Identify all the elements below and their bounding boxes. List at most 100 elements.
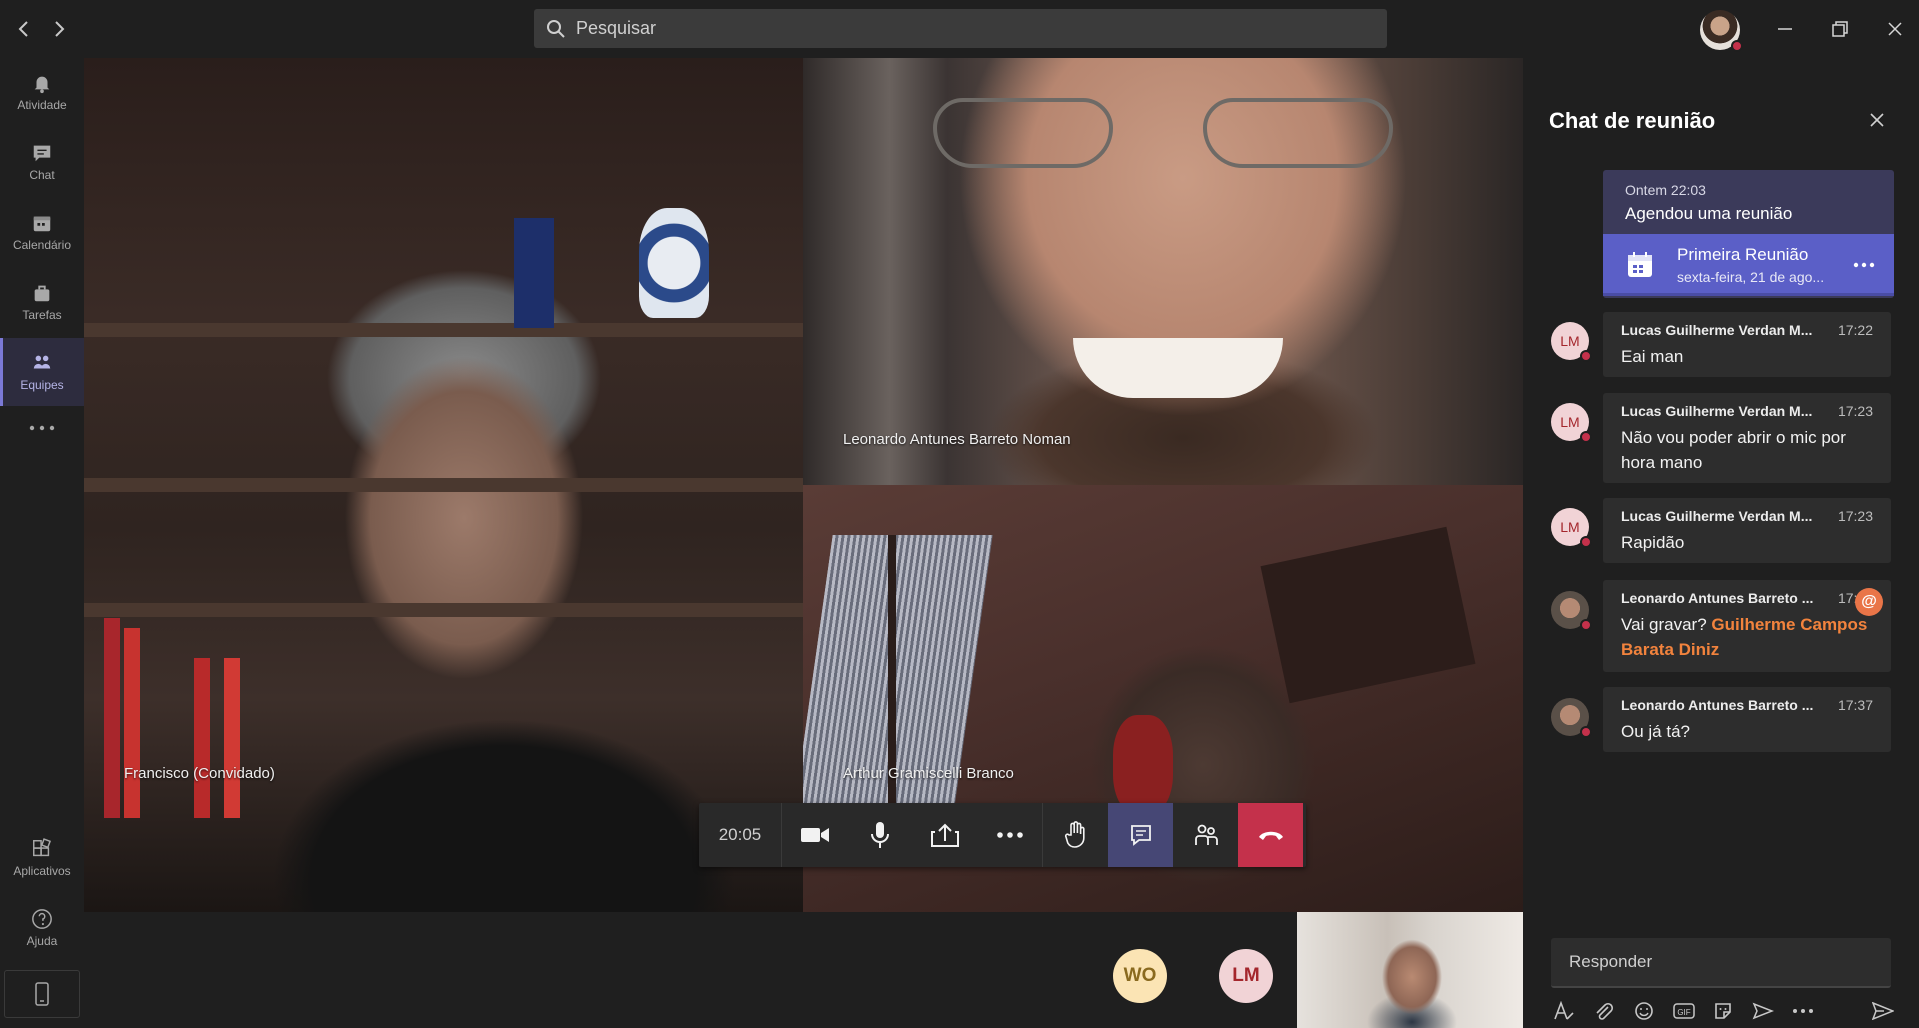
chat-message[interactable]: Lucas Guilherme Verdan M... 17:23 Rapidão (1603, 498, 1891, 563)
app-rail: Atividade Chat Calendário Tarefas Equipe… (0, 58, 84, 1028)
format-icon (1554, 1001, 1574, 1020)
share-screen-button[interactable] (912, 803, 977, 867)
call-timer: 20:05 (699, 803, 782, 867)
rail-label: Chat (29, 168, 55, 182)
meeting-date: sexta-feira, 21 de ago... (1677, 269, 1825, 285)
microphone-icon (870, 822, 889, 848)
rail-item-atividade[interactable]: Atividade (0, 58, 84, 126)
forward-button[interactable] (43, 14, 75, 44)
avatar[interactable] (1551, 698, 1592, 738)
book-decor (124, 628, 140, 818)
compose-toolbar: GIF (1551, 996, 1896, 1026)
rail-item-chat[interactable]: Chat (0, 128, 84, 196)
meeting-scheduled-card[interactable]: Ontem 22:03 Agendou uma reunião Primeira… (1603, 170, 1894, 298)
rail-item-aplicativos[interactable]: Aplicativos (0, 824, 84, 892)
camera-button[interactable] (782, 803, 847, 867)
avatar[interactable]: LM (1551, 508, 1592, 548)
show-conversation-button[interactable] (1108, 803, 1173, 867)
message-time: 17:23 (1837, 403, 1873, 419)
minimize-button[interactable] (1763, 12, 1807, 46)
more-horizontal-icon (1793, 1009, 1814, 1013)
search-input[interactable]: Pesquisar (534, 9, 1387, 48)
more-options-button[interactable] (1790, 998, 1816, 1024)
avatar[interactable] (1551, 591, 1592, 631)
avatar-initials: LM (1560, 333, 1580, 349)
emoji-button[interactable] (1631, 998, 1657, 1024)
frame-decor (1260, 526, 1476, 704)
restore-button[interactable] (1818, 12, 1862, 46)
meeting-link[interactable]: Primeira Reunião sexta-feira, 21 de ago.… (1603, 234, 1894, 296)
participant-avatar-wo[interactable]: WO (1113, 949, 1167, 1003)
search-placeholder: Pesquisar (576, 18, 657, 38)
title-bar: Pesquisar (0, 0, 1919, 58)
smile-decor (1073, 338, 1283, 398)
book-decor (194, 658, 210, 818)
close-window-button[interactable] (1873, 12, 1917, 46)
hang-up-button[interactable] (1238, 803, 1303, 867)
avatar[interactable]: LM (1551, 403, 1592, 443)
chat-message[interactable]: Lucas Guilherme Verdan M... 17:22 Eai man (1603, 312, 1891, 377)
attach-button[interactable] (1591, 998, 1617, 1024)
vase-decor (514, 218, 554, 328)
avatar[interactable]: LM (1551, 322, 1592, 362)
help-icon (32, 909, 52, 929)
rail-item-calendario[interactable]: Calendário (0, 198, 84, 266)
rail-item-equipes[interactable]: Equipes (0, 338, 84, 406)
gif-button[interactable]: GIF (1671, 998, 1697, 1024)
close-chat-button[interactable] (1863, 106, 1891, 134)
emoji-icon (1634, 1002, 1653, 1020)
participant-avatar-lm[interactable]: LM (1219, 949, 1273, 1003)
more-horizontal-icon[interactable] (1853, 262, 1875, 268)
chevron-right-icon (55, 21, 65, 37)
chat-panel-title: Chat de reunião (1549, 108, 1716, 133)
apps-icon (33, 838, 51, 857)
sticker-button[interactable] (1710, 998, 1736, 1024)
chat-icon (1130, 825, 1151, 846)
meeting-chat-panel: Chat de reunião Ontem 22:03 Agendou uma … (1523, 58, 1919, 1028)
send-button[interactable] (1870, 998, 1896, 1024)
shelf-decor (84, 478, 803, 492)
chat-message[interactable]: Leonardo Antunes Barreto ... 17:37 Ou já … (1603, 687, 1891, 752)
rail-label: Atividade (17, 98, 67, 112)
share-tray-icon (930, 823, 959, 847)
phone-icon (35, 982, 49, 1006)
message-time: 17:22 (1837, 322, 1873, 338)
message-body: Ou já tá? (1621, 722, 1690, 741)
sticker-icon (1715, 1003, 1732, 1019)
briefcase-icon (34, 285, 50, 302)
teams-icon (33, 355, 51, 369)
paperclip-icon (1596, 1002, 1613, 1020)
mobile-download-button[interactable] (4, 970, 80, 1018)
call-controls-bar: 20:05 (699, 803, 1306, 867)
raise-hand-button[interactable] (1043, 803, 1108, 867)
video-tile-francisco[interactable]: Francisco (Convidado) (84, 58, 803, 912)
user-avatar[interactable] (1700, 10, 1743, 52)
close-icon (1870, 113, 1884, 127)
chat-message[interactable]: Lucas Guilherme Verdan M... 17:23 Não vou… (1603, 393, 1891, 483)
shelf-decor (84, 603, 803, 617)
message-sender: Lucas Guilherme Verdan M... (1621, 322, 1813, 338)
meeting-action: Agendou uma reunião (1625, 204, 1793, 223)
presence-busy-dot (1580, 431, 1592, 443)
minimize-icon (1778, 28, 1792, 30)
microphone-button[interactable] (847, 803, 912, 867)
gif-icon: GIF (1672, 1003, 1695, 1019)
rail-label: Aplicativos (13, 864, 71, 878)
format-button[interactable] (1551, 998, 1577, 1024)
more-actions-button[interactable] (977, 803, 1042, 867)
shelf-decor (84, 323, 803, 337)
chat-message[interactable]: Leonardo Antunes Barreto ...17:37 Vai gr… (1603, 580, 1891, 672)
rail-more-button[interactable] (0, 408, 84, 448)
video-tile-leonardo[interactable]: Leonardo Antunes Barreto Noman (803, 58, 1523, 485)
schedule-meeting-button[interactable] (1750, 998, 1776, 1024)
hand-icon (1064, 821, 1085, 848)
reply-input[interactable]: Responder (1551, 938, 1891, 988)
chevron-left-icon (18, 21, 28, 37)
rail-item-tarefas[interactable]: Tarefas (0, 268, 84, 336)
show-participants-button[interactable] (1173, 803, 1238, 867)
rail-item-ajuda[interactable]: Ajuda (0, 894, 84, 962)
svg-text:GIF: GIF (1677, 1008, 1690, 1017)
presence-busy-dot (1580, 619, 1592, 631)
self-video-preview[interactable] (1297, 912, 1523, 1028)
back-button[interactable] (8, 14, 40, 44)
